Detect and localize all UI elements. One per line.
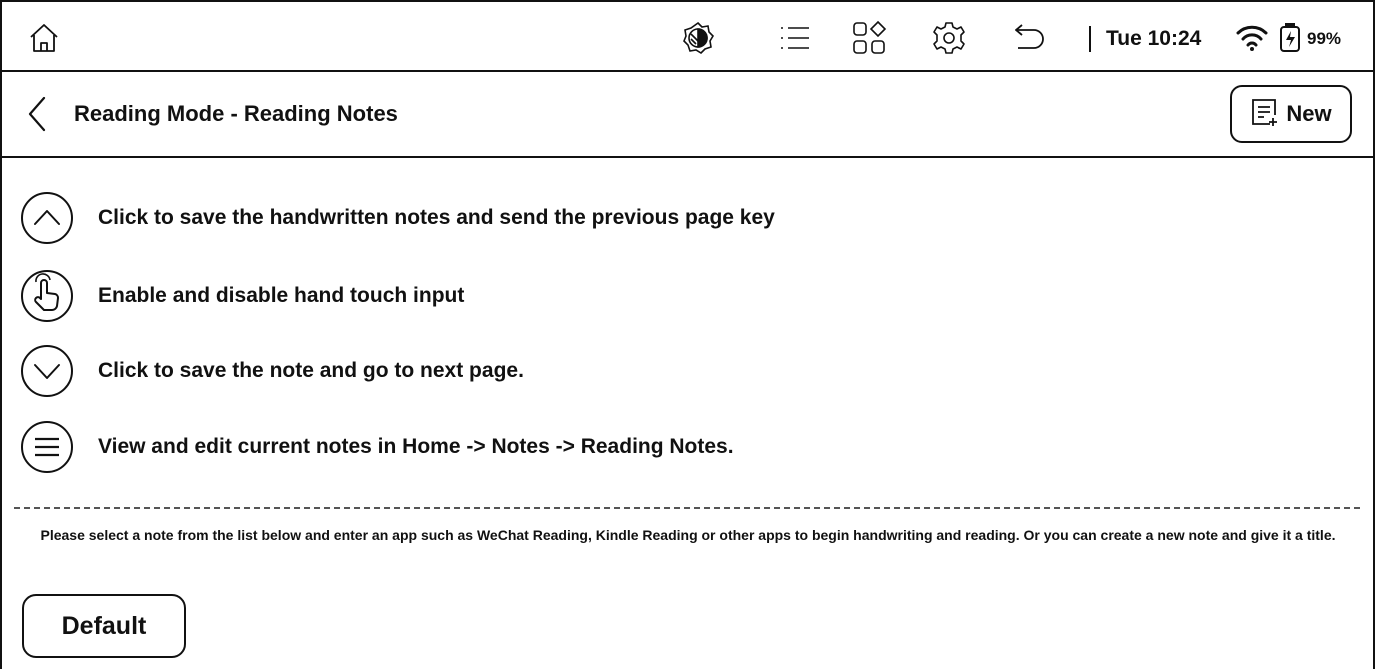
- legend-text: Enable and disable hand touch input: [98, 284, 465, 307]
- menu-icon: [21, 421, 73, 473]
- page-header: Reading Mode - Reading Notes New: [2, 72, 1373, 158]
- contrast-icon[interactable]: [680, 20, 716, 56]
- wifi-icon: [1234, 20, 1270, 56]
- legend-row-previous-page: Click to save the handwritten notes and …: [20, 190, 775, 246]
- new-note-label: New: [1286, 101, 1332, 126]
- legend-row-next-page: Click to save the note and go to next pa…: [20, 343, 524, 399]
- hand-touch-icon: [21, 270, 73, 322]
- legend-row-hand-touch: Enable and disable hand touch input: [20, 268, 464, 324]
- clock: Tue 10:24: [1106, 27, 1202, 50]
- battery-charging-icon: [1276, 20, 1304, 56]
- instruction-text: Please select a note from the list below…: [40, 527, 1336, 543]
- settings-icon[interactable]: [931, 20, 967, 56]
- legend-text: Click to save the handwritten notes and …: [98, 206, 775, 229]
- chevron-up-icon: [21, 192, 73, 244]
- legend-text: Click to save the note and go to next pa…: [98, 359, 524, 382]
- back-arrow-icon[interactable]: [1012, 20, 1048, 56]
- chevron-down-icon: [21, 345, 73, 397]
- status-divider: [1089, 26, 1091, 52]
- page-title: Reading Mode - Reading Notes: [74, 101, 398, 126]
- legend-row-view-notes: View and edit current notes in Home -> N…: [20, 419, 734, 475]
- battery-level: 99%: [1307, 29, 1342, 48]
- menu-list-icon[interactable]: [777, 20, 813, 56]
- apps-grid-icon[interactable]: [851, 20, 887, 56]
- new-note-button[interactable]: New: [1230, 85, 1352, 143]
- home-icon[interactable]: [26, 20, 62, 56]
- section-divider: [14, 507, 1360, 509]
- note-item-default[interactable]: Default: [22, 594, 186, 658]
- new-note-icon: [1250, 97, 1278, 132]
- back-chevron-icon[interactable]: [22, 94, 58, 134]
- legend-text: View and edit current notes in Home -> N…: [98, 435, 734, 458]
- status-bar: Tue 10:24 99%: [2, 2, 1373, 72]
